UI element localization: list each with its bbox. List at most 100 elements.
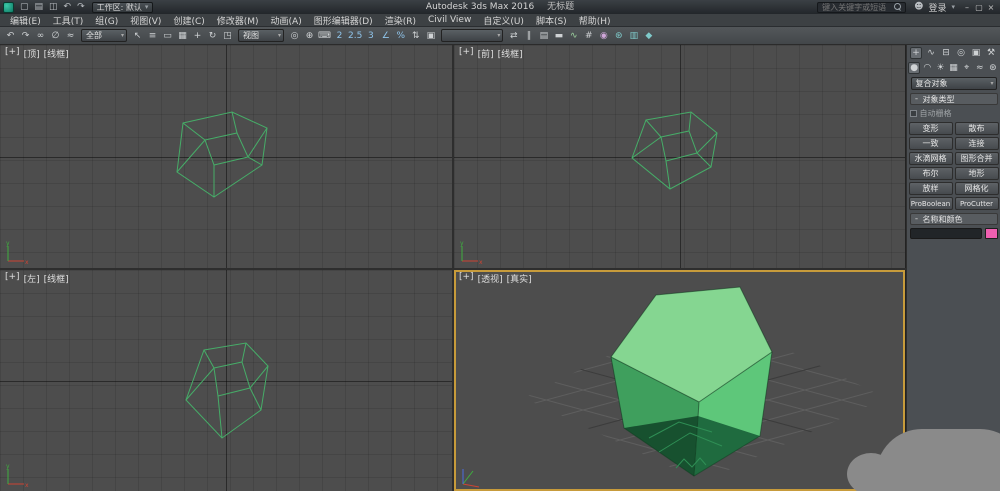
render-setup-icon[interactable]: ⊛ (611, 28, 626, 43)
rollout-name-color[interactable]: - 名称和颜色 (910, 213, 998, 225)
viewport-shading-button[interactable]: [线框] (498, 47, 523, 60)
select-and-manipulate-icon[interactable]: ⊕ (302, 28, 317, 43)
mirror-icon[interactable]: ⇄ (506, 28, 521, 43)
search-input[interactable] (820, 3, 894, 12)
menu-modifiers[interactable]: 修改器(M) (211, 14, 265, 26)
rollout-object-type[interactable]: - 对象类型 (910, 93, 998, 105)
category-helpers[interactable]: ⌖ (961, 62, 973, 74)
viewport-front[interactable]: [+] [前] [线框] x y (454, 45, 905, 268)
button-conform[interactable]: 一致 (909, 137, 953, 150)
category-shapes[interactable]: ◠ (921, 62, 933, 74)
menu-animation[interactable]: 动画(A) (265, 14, 308, 26)
button-blobmesh[interactable]: 水滴网格 (909, 152, 953, 165)
button-shapemerge[interactable]: 图形合并 (955, 152, 999, 165)
menu-tools[interactable]: 工具(T) (47, 14, 90, 26)
redo-icon[interactable]: ↷ (18, 28, 33, 43)
button-mesher[interactable]: 网格化 (955, 182, 999, 195)
redo-icon[interactable]: ↷ (74, 1, 88, 14)
menu-edit[interactable]: 编辑(E) (4, 14, 47, 26)
wireframe-object-top[interactable] (0, 45, 452, 268)
menu-customize[interactable]: 自定义(U) (477, 14, 530, 26)
wireframe-object-left[interactable] (0, 270, 452, 491)
unlink-selection-icon[interactable]: ∅ (48, 28, 63, 43)
window-crossing-toggle-icon[interactable]: ▦ (175, 28, 190, 43)
select-and-move-icon[interactable]: + (190, 28, 205, 43)
viewport-view-button[interactable]: [透视] (478, 272, 503, 285)
keyboard-shortcut-override-icon[interactable]: ⌨ (317, 28, 332, 43)
viewport-splitter-horizontal[interactable] (0, 268, 906, 270)
tab-hierarchy[interactable]: ⊟ (940, 47, 952, 59)
chevron-down-icon[interactable]: ▾ (951, 3, 955, 11)
viewport-menu-button[interactable]: [+] (459, 47, 474, 60)
tab-utilities[interactable]: ⚒ (985, 47, 997, 59)
minimize-button[interactable]: – (961, 1, 973, 14)
reference-coordinate-dropdown[interactable]: 视图 ▾ (238, 29, 284, 42)
align-icon[interactable]: ∥ (521, 28, 536, 43)
open-file-icon[interactable]: ▤ (32, 1, 47, 14)
button-proboolean[interactable]: ProBoolean (909, 197, 953, 210)
button-procutter[interactable]: ProCutter (955, 197, 999, 210)
menu-help[interactable]: 帮助(H) (573, 14, 617, 26)
tab-motion[interactable]: ◎ (955, 47, 967, 59)
angle-snap-icon[interactable]: ∠ (378, 28, 393, 43)
percent-snap-icon[interactable]: % (393, 28, 408, 43)
select-object-icon[interactable]: ↖ (130, 28, 145, 43)
viewport-view-button[interactable]: [顶] (24, 47, 40, 60)
undo-icon[interactable]: ↶ (3, 28, 18, 43)
schematic-view-icon[interactable]: # (581, 28, 596, 43)
category-cameras[interactable]: ▦ (948, 62, 960, 74)
category-systems[interactable]: ⊛ (987, 62, 999, 74)
select-and-scale-icon[interactable]: ◳ (220, 28, 235, 43)
button-loft[interactable]: 放样 (909, 182, 953, 195)
viewport-view-button[interactable]: [前] (478, 47, 494, 60)
sign-in-button[interactable]: 登录 (928, 1, 946, 14)
maximize-button[interactable]: ▢ (973, 1, 985, 14)
viewport-view-button[interactable]: [左] (24, 272, 40, 285)
menu-graph-editors[interactable]: 图形编辑器(D) (308, 14, 379, 26)
menu-create[interactable]: 创建(C) (167, 14, 210, 26)
3ds-max-logo-icon[interactable] (3, 2, 14, 13)
tab-display[interactable]: ▣ (970, 47, 982, 59)
snap-toggle-2d-icon[interactable]: 2 (332, 28, 347, 43)
button-boolean[interactable]: 布尔 (909, 167, 953, 180)
menu-civil-view[interactable]: Civil View (422, 14, 477, 26)
viewport-perspective[interactable]: [+] [透视] [真实] (454, 270, 905, 491)
save-file-icon[interactable]: ◫ (46, 1, 61, 14)
layer-manager-icon[interactable]: ▤ (536, 28, 551, 43)
spinner-snap-icon[interactable]: ⇅ (408, 28, 423, 43)
snap-toggle-25d-icon[interactable]: 2.5 (347, 28, 363, 43)
curve-editor-icon[interactable]: ∿ (566, 28, 581, 43)
object-color-swatch[interactable] (985, 228, 998, 239)
named-selection-dropdown[interactable]: ▾ (441, 29, 503, 42)
new-scene-icon[interactable]: ▢ (17, 1, 32, 14)
tab-create[interactable]: + (910, 47, 922, 59)
snap-toggle-3d-icon[interactable]: 3 (363, 28, 378, 43)
autogrid-checkbox[interactable] (910, 110, 917, 117)
rendered-frame-window-icon[interactable]: ▥ (626, 28, 641, 43)
category-lights[interactable]: ☀ (934, 62, 946, 74)
menu-rendering[interactable]: 渲染(R) (379, 14, 422, 26)
select-by-name-icon[interactable]: ≡ (145, 28, 160, 43)
workspace-dropdown[interactable]: 工作区: 默认 ▾ (92, 2, 154, 13)
edit-named-selection-sets-icon[interactable]: ▣ (423, 28, 438, 43)
button-morph[interactable]: 变形 (909, 122, 953, 135)
bind-to-space-warp-icon[interactable]: ≈ (63, 28, 78, 43)
viewport-shading-button[interactable]: [线框] (44, 272, 69, 285)
compound-object-mesh[interactable] (611, 287, 772, 476)
button-terrain[interactable]: 地形 (955, 167, 999, 180)
viewport-menu-button[interactable]: [+] (5, 272, 20, 285)
search-icon[interactable] (894, 3, 903, 12)
viewport-menu-button[interactable]: [+] (5, 47, 20, 60)
select-and-link-icon[interactable]: ∞ (33, 28, 48, 43)
viewport-shading-button[interactable]: [线框] (44, 47, 69, 60)
object-category-dropdown[interactable]: 复合对象 ▾ (911, 77, 997, 90)
tab-modify[interactable]: ∿ (925, 47, 937, 59)
viewport-left[interactable]: [+] [左] [线框] x y (0, 270, 452, 491)
viewport-menu-button[interactable]: [+] (459, 272, 474, 285)
selection-filter-dropdown[interactable]: 全部 ▾ (81, 29, 127, 42)
menu-scripting[interactable]: 脚本(S) (530, 14, 573, 26)
use-pivot-point-center-icon[interactable]: ◎ (287, 28, 302, 43)
menu-group[interactable]: 组(G) (89, 14, 124, 26)
rectangular-selection-region-icon[interactable]: ▭ (160, 28, 175, 43)
viewport-shading-button[interactable]: [真实] (507, 272, 532, 285)
